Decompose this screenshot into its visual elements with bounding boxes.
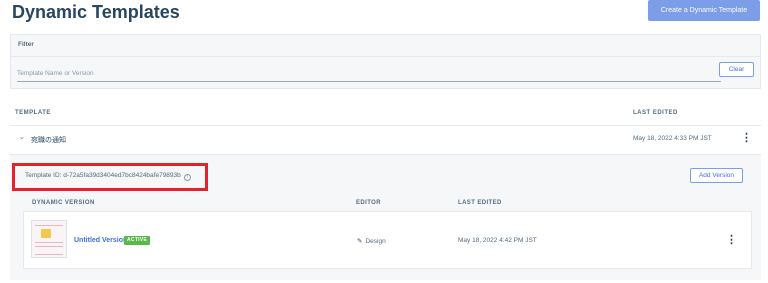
version-name-link[interactable]: Untitled Version <box>74 237 127 244</box>
create-dynamic-template-button[interactable]: Create a Dynamic Template <box>648 0 760 21</box>
chevron-down-icon[interactable]: ⌄ <box>19 133 25 141</box>
template-name[interactable]: 宛職の通知 <box>31 135 66 145</box>
kebab-menu-icon[interactable]: ⋮ <box>741 133 752 144</box>
version-thumbnail[interactable] <box>31 220 67 258</box>
thumbnail-image <box>41 229 51 238</box>
column-header-version-last-edited: LAST EDITED <box>458 200 502 206</box>
version-last-edited: May 18, 2022 4:42 PM JST <box>458 237 537 244</box>
editor-label: Design <box>365 238 386 245</box>
info-icon[interactable]: i <box>183 173 191 181</box>
add-version-button[interactable]: Add Version <box>690 168 743 183</box>
template-id-text: Template ID: d-72a5fa39d3404ed7bc8424baf… <box>25 172 181 179</box>
template-row[interactable]: ⌄ 宛職の通知 May 18, 2022 4:33 PM JST <box>10 126 761 154</box>
filter-panel: Filter Clear <box>10 34 761 89</box>
clear-button[interactable]: Clear <box>719 62 754 77</box>
column-header-last-edited: LAST EDITED <box>633 110 678 116</box>
template-search-input[interactable] <box>17 66 721 82</box>
column-header-editor: EDITOR <box>356 200 381 206</box>
column-header-template: TEMPLATE <box>15 110 51 116</box>
thumbnail-bar <box>35 242 63 243</box>
pencil-icon: ✎ <box>357 238 363 245</box>
template-last-edited: May 18, 2022 4:33 PM JST <box>633 135 712 142</box>
template-id: Template ID: d-72a5fa39d3404ed7bc8424baf… <box>25 172 191 181</box>
thumbnail-bar <box>35 225 63 226</box>
column-header-dynamic-version: DYNAMIC VERSION <box>32 200 95 206</box>
filter-heading: Filter <box>11 35 760 57</box>
thumbnail-bar <box>35 246 63 247</box>
page-title: Dynamic Templates <box>12 2 180 22</box>
kebab-menu-icon[interactable]: ⋮ <box>726 235 737 246</box>
thumbnail-bar <box>35 254 63 255</box>
version-editor: ✎ Design <box>357 237 386 245</box>
status-badge: ACTIVE <box>124 236 151 245</box>
